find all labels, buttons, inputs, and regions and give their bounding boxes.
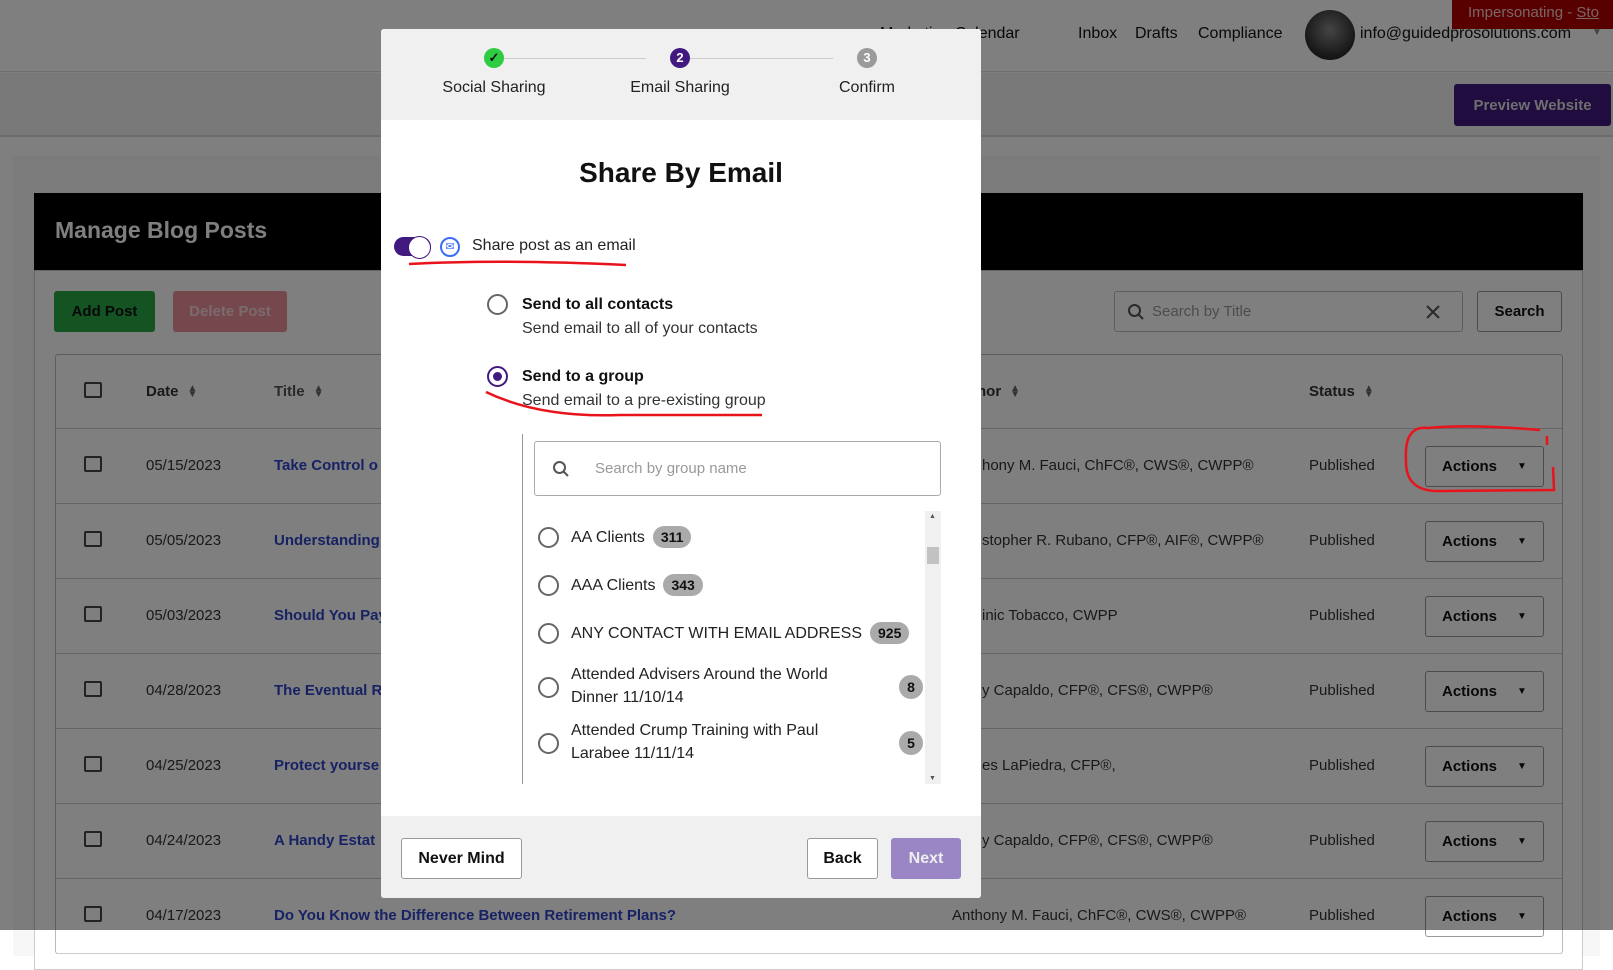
- count-badge: 8: [899, 675, 923, 699]
- back-button[interactable]: Back: [807, 838, 878, 879]
- count-badge: 925: [870, 622, 910, 644]
- group-search-placeholder: Search by group name: [595, 460, 747, 477]
- count-badge: 343: [663, 574, 703, 596]
- option-all-sub: Send email to all of your contacts: [522, 320, 758, 337]
- option-group-sub: Send email to a pre-existing group: [522, 392, 766, 409]
- scrollbar-thumb[interactable]: [927, 547, 939, 564]
- toggle-label: Share post as an email: [472, 237, 636, 254]
- radio-all-contacts[interactable]: [487, 294, 508, 315]
- step-confirm: 3 Confirm: [838, 48, 895, 96]
- group-radio[interactable]: [538, 527, 559, 548]
- group-list: AA Clients 311 AAA Clients 343 ANY CONTACT…: [534, 511, 941, 784]
- check-icon: ✓: [484, 48, 504, 68]
- divider: [522, 434, 523, 784]
- step-email-sharing: 2 Email Sharing: [630, 48, 730, 96]
- option-all-label: Send to all contacts: [522, 296, 674, 313]
- stepper: ✓ Social Sharing 2 Email Sharing 3 Confirm: [381, 29, 981, 120]
- group-item[interactable]: Attended Advisers Around the World Dinne…: [534, 663, 924, 711]
- scroll-down-icon: ▼: [929, 775, 936, 782]
- group-radio[interactable]: [538, 677, 559, 698]
- scroll-up-icon: ▲: [929, 513, 936, 520]
- count-badge: 311: [652, 526, 692, 548]
- group-search-input[interactable]: Search by group name: [534, 441, 941, 496]
- group-item[interactable]: AAA Clients 343: [534, 570, 924, 600]
- group-item[interactable]: Attended Crump Training with Paul Larabe…: [534, 719, 924, 767]
- group-item[interactable]: ANY CONTACT WITH EMAIL ADDRESS 925: [534, 618, 924, 648]
- option-group-label: Send to a group: [522, 368, 644, 385]
- step-social-sharing: ✓ Social Sharing: [442, 48, 546, 96]
- group-item[interactable]: AA Clients 311: [534, 522, 924, 552]
- never-mind-button[interactable]: Never Mind: [401, 838, 522, 879]
- modal-footer: Never Mind Back Next: [381, 816, 981, 898]
- search-icon: [553, 461, 569, 477]
- next-button[interactable]: Next: [891, 838, 961, 879]
- count-badge: 5: [899, 731, 923, 755]
- mail-icon: ✉: [440, 237, 460, 257]
- group-radio[interactable]: [538, 733, 559, 754]
- radio-group[interactable]: [487, 366, 508, 387]
- modal-title: Share By Email: [579, 157, 783, 188]
- share-email-toggle[interactable]: [394, 236, 431, 259]
- share-modal: ✓ Social Sharing 2 Email Sharing 3 Confirm …: [381, 29, 981, 898]
- group-radio[interactable]: [538, 575, 559, 596]
- group-radio[interactable]: [538, 623, 559, 644]
